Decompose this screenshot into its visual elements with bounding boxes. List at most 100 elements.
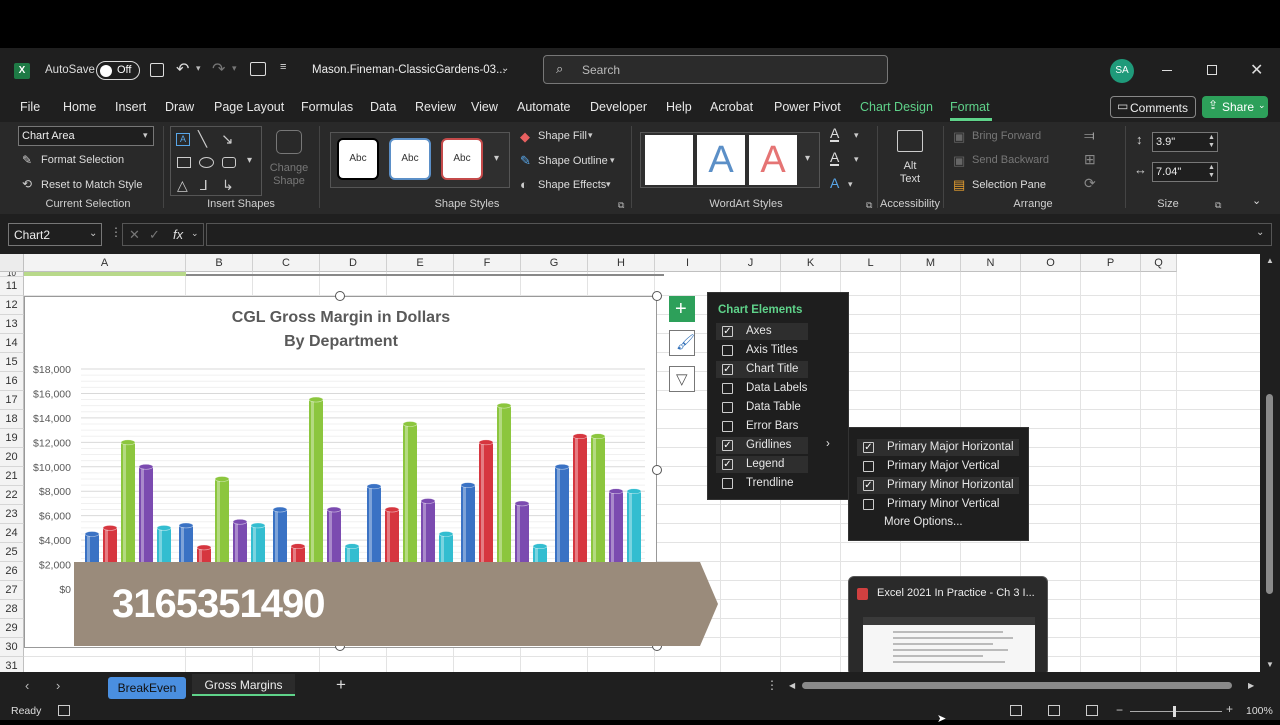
row-header-19[interactable]: 19 [0,429,24,448]
zoom-level[interactable]: 100% [1246,705,1273,717]
text-effects-icon[interactable]: A [830,175,839,191]
scroll-down-icon[interactable]: ▼ [1266,660,1274,669]
column-header-l[interactable]: L [841,254,901,272]
text-box-shape-icon[interactable]: A [176,133,190,146]
column-header-o[interactable]: O [1021,254,1081,272]
next-sheet-icon[interactable]: › [56,678,60,693]
checkbox[interactable]: ✓ [722,364,733,375]
column-header-h[interactable]: H [588,254,655,272]
gridline-option-primary-minor-horizontal[interactable]: Primary Minor Horizontal [887,479,1014,491]
tab-automate[interactable]: Automate [517,100,571,114]
tab-page-layout[interactable]: Page Layout [214,100,284,114]
shape-style-black[interactable]: Abc [337,138,379,180]
minimize-icon[interactable] [1162,70,1172,71]
tab-chart-design[interactable]: Chart Design [860,100,933,114]
row-header-28[interactable]: 28 [0,600,24,619]
gridline-option-primary-major-vertical[interactable]: Primary Major Vertical [887,460,999,472]
zoom-slider-track[interactable] [1130,711,1222,712]
text-outline-chevron-icon[interactable]: ▾ [854,154,859,165]
customize-qat-icon[interactable]: ≡ [280,61,286,73]
column-header-k[interactable]: K [781,254,841,272]
checkbox[interactable]: ✓ [722,459,733,470]
shape-outline-chevron-icon[interactable]: ▾ [610,155,615,166]
checkbox[interactable]: ✓ [863,442,874,453]
save-icon[interactable] [150,63,164,77]
triangle-shape-icon[interactable]: △ [177,177,188,194]
column-header-q[interactable]: Q [1141,254,1177,272]
tab-developer[interactable]: Developer [590,100,647,114]
normal-view-icon[interactable] [1010,705,1022,716]
chart-element-chart-title[interactable]: Chart Title [746,363,798,375]
gridline-option-primary-major-horizontal[interactable]: Primary Major Horizontal [887,441,1014,453]
column-header-n[interactable]: N [961,254,1021,272]
gridlines-more-options[interactable]: More Options... [884,516,963,528]
checkbox[interactable] [722,383,733,394]
chart-element-axis-titles[interactable]: Axis Titles [746,344,798,356]
column-header-e[interactable]: E [387,254,454,272]
checkbox[interactable]: ✓ [722,326,733,337]
chart-element-data-table[interactable]: Data Table [746,401,801,413]
column-header-c[interactable]: C [253,254,320,272]
curved-connector-icon[interactable]: ↳ [222,177,234,194]
checkbox[interactable] [722,345,733,356]
chart-element-dropdown[interactable]: Chart Area ▾ [18,126,154,146]
checkbox[interactable] [722,402,733,413]
share-button[interactable]: ⇪ Share ⌄ [1202,96,1268,118]
expand-formula-bar-icon[interactable]: ⌄ [1256,227,1264,238]
tab-view[interactable]: View [471,100,498,114]
selection-pane-button[interactable]: Selection Pane [972,179,1046,191]
column-header-a[interactable]: A [24,254,186,272]
enter-icon[interactable]: ✓ [149,227,160,243]
chart-styles-button[interactable]: 🖌 [669,330,695,356]
wordart-more-icon[interactable]: ▾ [805,153,810,164]
row-header-18[interactable]: 18 [0,410,24,429]
formula-input[interactable] [206,223,1272,246]
chart-element-error-bars[interactable]: Error Bars [746,420,798,432]
arrow-shape-icon[interactable]: ↘ [221,130,234,148]
text-fill-icon[interactable]: A [830,126,840,142]
restore-icon[interactable] [1207,65,1217,75]
row-header-23[interactable]: 23 [0,505,24,524]
row-header-12[interactable]: 12 [0,296,24,315]
insert-function-icon[interactable]: fx [173,227,183,242]
column-header-j[interactable]: J [721,254,781,272]
checkbox[interactable] [863,499,874,510]
row-header-26[interactable]: 26 [0,562,24,581]
checkbox[interactable]: ✓ [863,480,874,491]
tab-format[interactable]: Format [950,100,990,114]
sheet-options-icon[interactable]: ⋮ [766,678,778,692]
row-header-16[interactable]: 16 [0,372,24,391]
more-options-icon[interactable]: ⋮ [110,225,122,239]
dialog-launcher-icon[interactable]: ⧉ [1215,200,1221,211]
tab-power-pivot[interactable]: Power Pivot [774,100,841,114]
horizontal-scrollbar-thumb[interactable] [802,682,1232,689]
column-header-b[interactable]: B [186,254,253,272]
cancel-icon[interactable]: ✕ [129,227,140,243]
shape-styles-more-icon[interactable]: ▾ [494,153,499,164]
row-header-13[interactable]: 13 [0,315,24,334]
gridline-option-primary-minor-vertical[interactable]: Primary Minor Vertical [887,498,999,510]
tab-formulas[interactable]: Formulas [301,100,353,114]
autosave-toggle[interactable]: Off [96,61,140,80]
chart-elements-button[interactable]: + [669,296,695,322]
height-stepper-icon[interactable]: ▲ ▼ [1208,134,1215,150]
name-box[interactable]: Chart2 ⌄ [8,223,102,246]
tab-help[interactable]: Help [666,100,692,114]
text-effects-chevron-icon[interactable]: ▾ [848,179,853,190]
zoom-in-icon[interactable]: + [1226,702,1233,716]
redo-dropdown-icon[interactable]: ▾ [232,63,237,74]
zoom-slider-thumb[interactable] [1173,706,1176,717]
checkbox[interactable] [722,478,733,489]
elbow-connector-icon[interactable]: ⅃ [200,177,208,194]
row-header-31[interactable]: 31 [0,657,24,672]
hscroll-right-icon[interactable]: ▶ [1248,681,1254,690]
shapes-gallery[interactable]: A ╲ ↘ △ ⅃ ↳ ▾ [170,126,262,196]
column-header-m[interactable]: M [901,254,961,272]
chart-filters-button[interactable]: ▽ [669,366,695,392]
macro-record-icon[interactable] [58,705,70,716]
row-header-14[interactable]: 14 [0,334,24,353]
search-box[interactable]: ⌕ Search [543,55,888,84]
filename-chevron-icon[interactable]: ⌄ [501,63,509,74]
chart-handle[interactable] [652,465,662,475]
rectangle-shape-icon[interactable] [177,157,191,168]
